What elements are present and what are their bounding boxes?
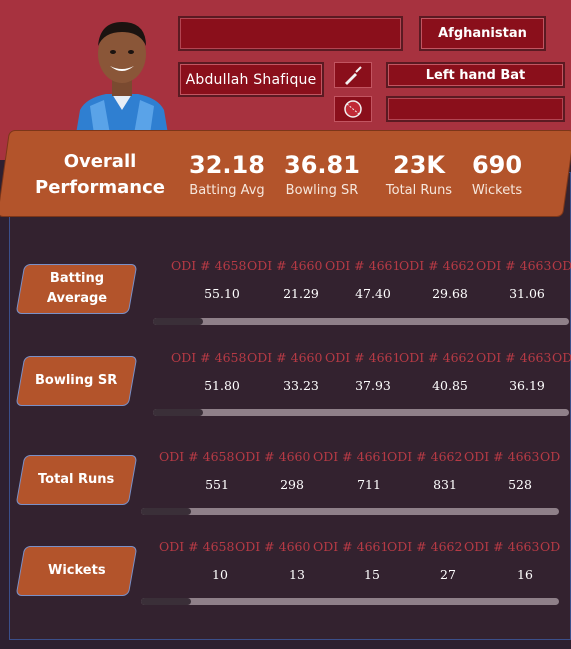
match-header: ODI # 4663 bbox=[476, 350, 552, 365]
match-header: ODI # 4660 bbox=[247, 258, 323, 273]
match-header: ODI # 4658 bbox=[171, 258, 247, 273]
section-label-text: Wickets bbox=[47, 563, 106, 578]
kpi-value: 36.81 bbox=[284, 151, 360, 179]
scrollbar-thumb[interactable] bbox=[153, 409, 203, 416]
scrollbar-thumb[interactable] bbox=[153, 318, 203, 325]
match-header: ODI # 4662 bbox=[387, 449, 463, 464]
match-header: OD bbox=[552, 350, 571, 365]
match-header: ODI # 4658 bbox=[159, 449, 235, 464]
batting-style-text: Left hand Bat bbox=[425, 67, 526, 83]
match-header: ODI # 4658 bbox=[171, 350, 247, 365]
section-label-text: Bowling SR bbox=[35, 373, 118, 388]
match-header: ODI # 4661 bbox=[325, 258, 401, 273]
section-label-text: Total Runs bbox=[38, 472, 115, 487]
section-label-batting-average: Batting Average bbox=[15, 264, 138, 314]
match-header: OD bbox=[540, 539, 560, 554]
country-field: Afghanistan bbox=[419, 16, 546, 51]
match-value: 551 bbox=[205, 477, 229, 492]
section-label-total-runs: Total Runs bbox=[15, 455, 138, 505]
match-value: 33.23 bbox=[283, 378, 319, 393]
match-row-wickets: ODI # 4658 ODI # 4660 ODI # 4661 ODI # 4… bbox=[150, 539, 560, 591]
match-value: 27 bbox=[440, 567, 456, 582]
kpi-wickets: 690 Wickets bbox=[464, 150, 530, 200]
kpi-value: 23K bbox=[393, 151, 445, 179]
kpi-batting-avg: 32.18 Batting Avg bbox=[186, 150, 268, 200]
match-value: 40.85 bbox=[432, 378, 468, 393]
match-value: 47.40 bbox=[355, 286, 391, 301]
scrollbar-wickets[interactable] bbox=[141, 598, 559, 605]
cricket-bat-icon bbox=[345, 66, 362, 85]
scrollbar-thumb[interactable] bbox=[141, 598, 191, 605]
match-header: ODI # 4661 bbox=[325, 350, 401, 365]
match-value: 51.80 bbox=[204, 378, 240, 393]
match-header: ODI # 4663 bbox=[464, 539, 540, 554]
batting-style-field: Left hand Bat bbox=[386, 62, 565, 88]
match-header: ODI # 4660 bbox=[235, 539, 311, 554]
cricket-ball-icon bbox=[344, 100, 362, 118]
match-header: ODI # 4662 bbox=[399, 350, 475, 365]
match-value: 36.19 bbox=[509, 378, 545, 393]
match-value: 21.29 bbox=[283, 286, 319, 301]
match-value: 16 bbox=[517, 567, 533, 582]
kpi-value: 690 bbox=[471, 151, 523, 179]
match-header: ODI # 4663 bbox=[476, 258, 552, 273]
kpi-label: Total Runs bbox=[385, 183, 453, 198]
match-value: 29.68 bbox=[432, 286, 468, 301]
scrollbar-bowling-sr[interactable] bbox=[153, 409, 569, 416]
player-avatar bbox=[70, 10, 174, 134]
match-value: 31.06 bbox=[509, 286, 545, 301]
ball-icon-box bbox=[334, 96, 372, 122]
kpi-label: Wickets bbox=[471, 183, 523, 198]
player-name-text: Abdullah Shafique bbox=[185, 71, 317, 88]
section-label-text: Batting Average bbox=[46, 271, 107, 306]
kpi-label: Batting Avg bbox=[189, 183, 265, 198]
match-header: ODI # 4658 bbox=[159, 539, 235, 554]
match-value: 15 bbox=[364, 567, 380, 582]
section-label-wickets: Wickets bbox=[15, 546, 138, 596]
match-row-batting-average: ODI # 4658 ODI # 4660 ODI # 4661 ODI # 4… bbox=[150, 258, 571, 310]
match-header: ODI # 4663 bbox=[464, 449, 540, 464]
match-header: ODI # 4660 bbox=[247, 350, 323, 365]
country-text: Afghanistan bbox=[438, 26, 527, 41]
bat-icon-box bbox=[334, 62, 372, 88]
scrollbar-total-runs[interactable] bbox=[141, 508, 559, 515]
match-value: 13 bbox=[289, 567, 305, 582]
scrollbar-thumb[interactable] bbox=[141, 508, 191, 515]
match-header: ODI # 4662 bbox=[399, 258, 475, 273]
kpi-value: 32.18 bbox=[189, 151, 265, 179]
match-value: 831 bbox=[433, 477, 457, 492]
match-header: OD bbox=[552, 258, 571, 273]
kpi-total-runs: 23K Total Runs bbox=[380, 150, 458, 200]
kpi-bowling-sr: 36.81 Bowling SR bbox=[281, 150, 363, 200]
player-info-field-top bbox=[178, 16, 403, 51]
match-header: ODI # 4662 bbox=[387, 539, 463, 554]
match-row-bowling-sr: ODI # 4658 ODI # 4660 ODI # 4661 ODI # 4… bbox=[150, 350, 571, 402]
match-header: ODI # 4660 bbox=[235, 449, 311, 464]
match-value: 298 bbox=[280, 477, 304, 492]
player-name-field: Abdullah Shafique bbox=[178, 62, 324, 97]
scrollbar-batting-average[interactable] bbox=[153, 318, 569, 325]
match-row-total-runs: ODI # 4658 ODI # 4660 ODI # 4661 ODI # 4… bbox=[150, 449, 560, 501]
match-header: ODI # 4661 bbox=[313, 539, 389, 554]
match-value: 55.10 bbox=[204, 286, 240, 301]
kpi-title: Overall Performance bbox=[35, 151, 165, 198]
match-value: 37.93 bbox=[355, 378, 391, 393]
match-header: OD bbox=[540, 449, 560, 464]
section-label-bowling-sr: Bowling SR bbox=[15, 356, 138, 406]
bowling-style-field bbox=[386, 96, 565, 122]
match-value: 528 bbox=[508, 477, 532, 492]
kpi-label: Bowling SR bbox=[285, 183, 359, 198]
match-value: 10 bbox=[212, 567, 228, 582]
match-header: ODI # 4661 bbox=[313, 449, 389, 464]
match-value: 711 bbox=[357, 477, 381, 492]
